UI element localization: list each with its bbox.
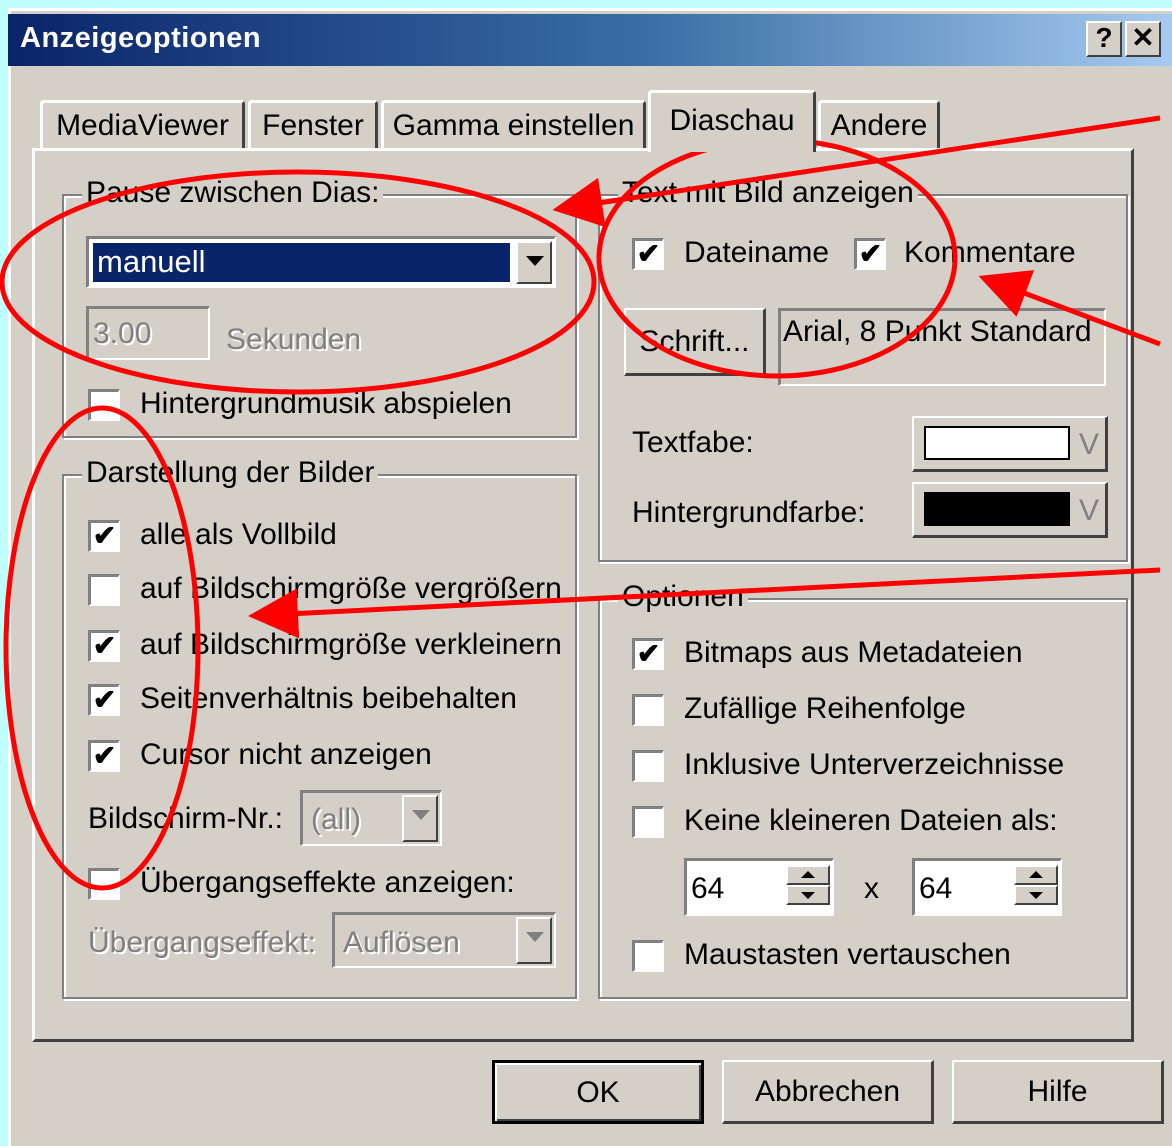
annotation-ellipse-pause [0,169,597,395]
annotation-arrow-2 [978,270,1161,347]
tab-label: Diaschau [669,104,795,137]
annotation-ellipse-darstellung [3,405,201,891]
annotation-arrow-3 [248,567,1161,639]
tab-diaschau[interactable]: Diaschau [648,90,816,152]
annotation-overlay [0,115,1161,891]
